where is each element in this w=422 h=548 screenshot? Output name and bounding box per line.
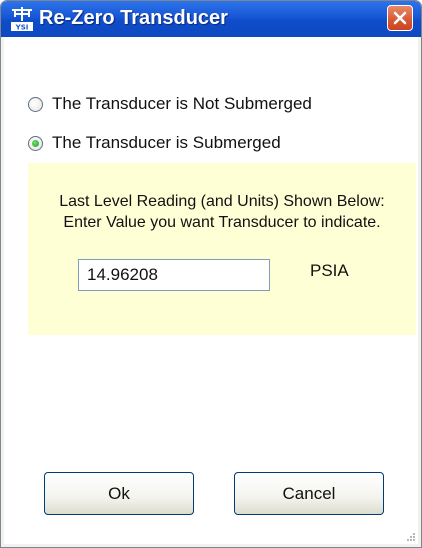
re-zero-dialog: YSI Re-Zero Transducer The Transducer is… — [0, 0, 422, 548]
dialog-body: The Transducer is Not Submerged The Tran… — [4, 37, 418, 544]
radio-button-unchecked[interactable] — [28, 96, 43, 112]
instruction-line-1: Last Level Reading (and Units) Shown Bel… — [59, 193, 385, 210]
svg-text:YSI: YSI — [15, 24, 29, 32]
radio-button-checked[interactable] — [28, 135, 43, 151]
resize-grip-icon[interactable] — [404, 530, 416, 542]
close-icon — [393, 11, 407, 25]
cancel-button[interactable]: Cancel — [234, 472, 384, 515]
ysi-logo-icon: YSI — [11, 7, 33, 31]
ok-button[interactable]: Ok — [44, 472, 194, 515]
radio-not-submerged[interactable]: The Transducer is Not Submerged — [28, 93, 312, 115]
close-button[interactable] — [387, 5, 413, 31]
radio-label-submerged: The Transducer is Submerged — [52, 133, 281, 152]
level-reading-panel: Last Level Reading (and Units) Shown Bel… — [28, 163, 416, 335]
radio-submerged[interactable]: The Transducer is Submerged — [28, 132, 281, 154]
instruction-line-2: Enter Value you want Transducer to indic… — [63, 214, 381, 231]
radio-label-not-submerged: The Transducer is Not Submerged — [52, 94, 312, 113]
units-label: PSIA — [310, 261, 349, 280]
window-title: Re-Zero Transducer — [39, 7, 228, 29]
level-value-input[interactable] — [78, 259, 270, 291]
title-bar[interactable]: YSI Re-Zero Transducer — [1, 1, 421, 37]
